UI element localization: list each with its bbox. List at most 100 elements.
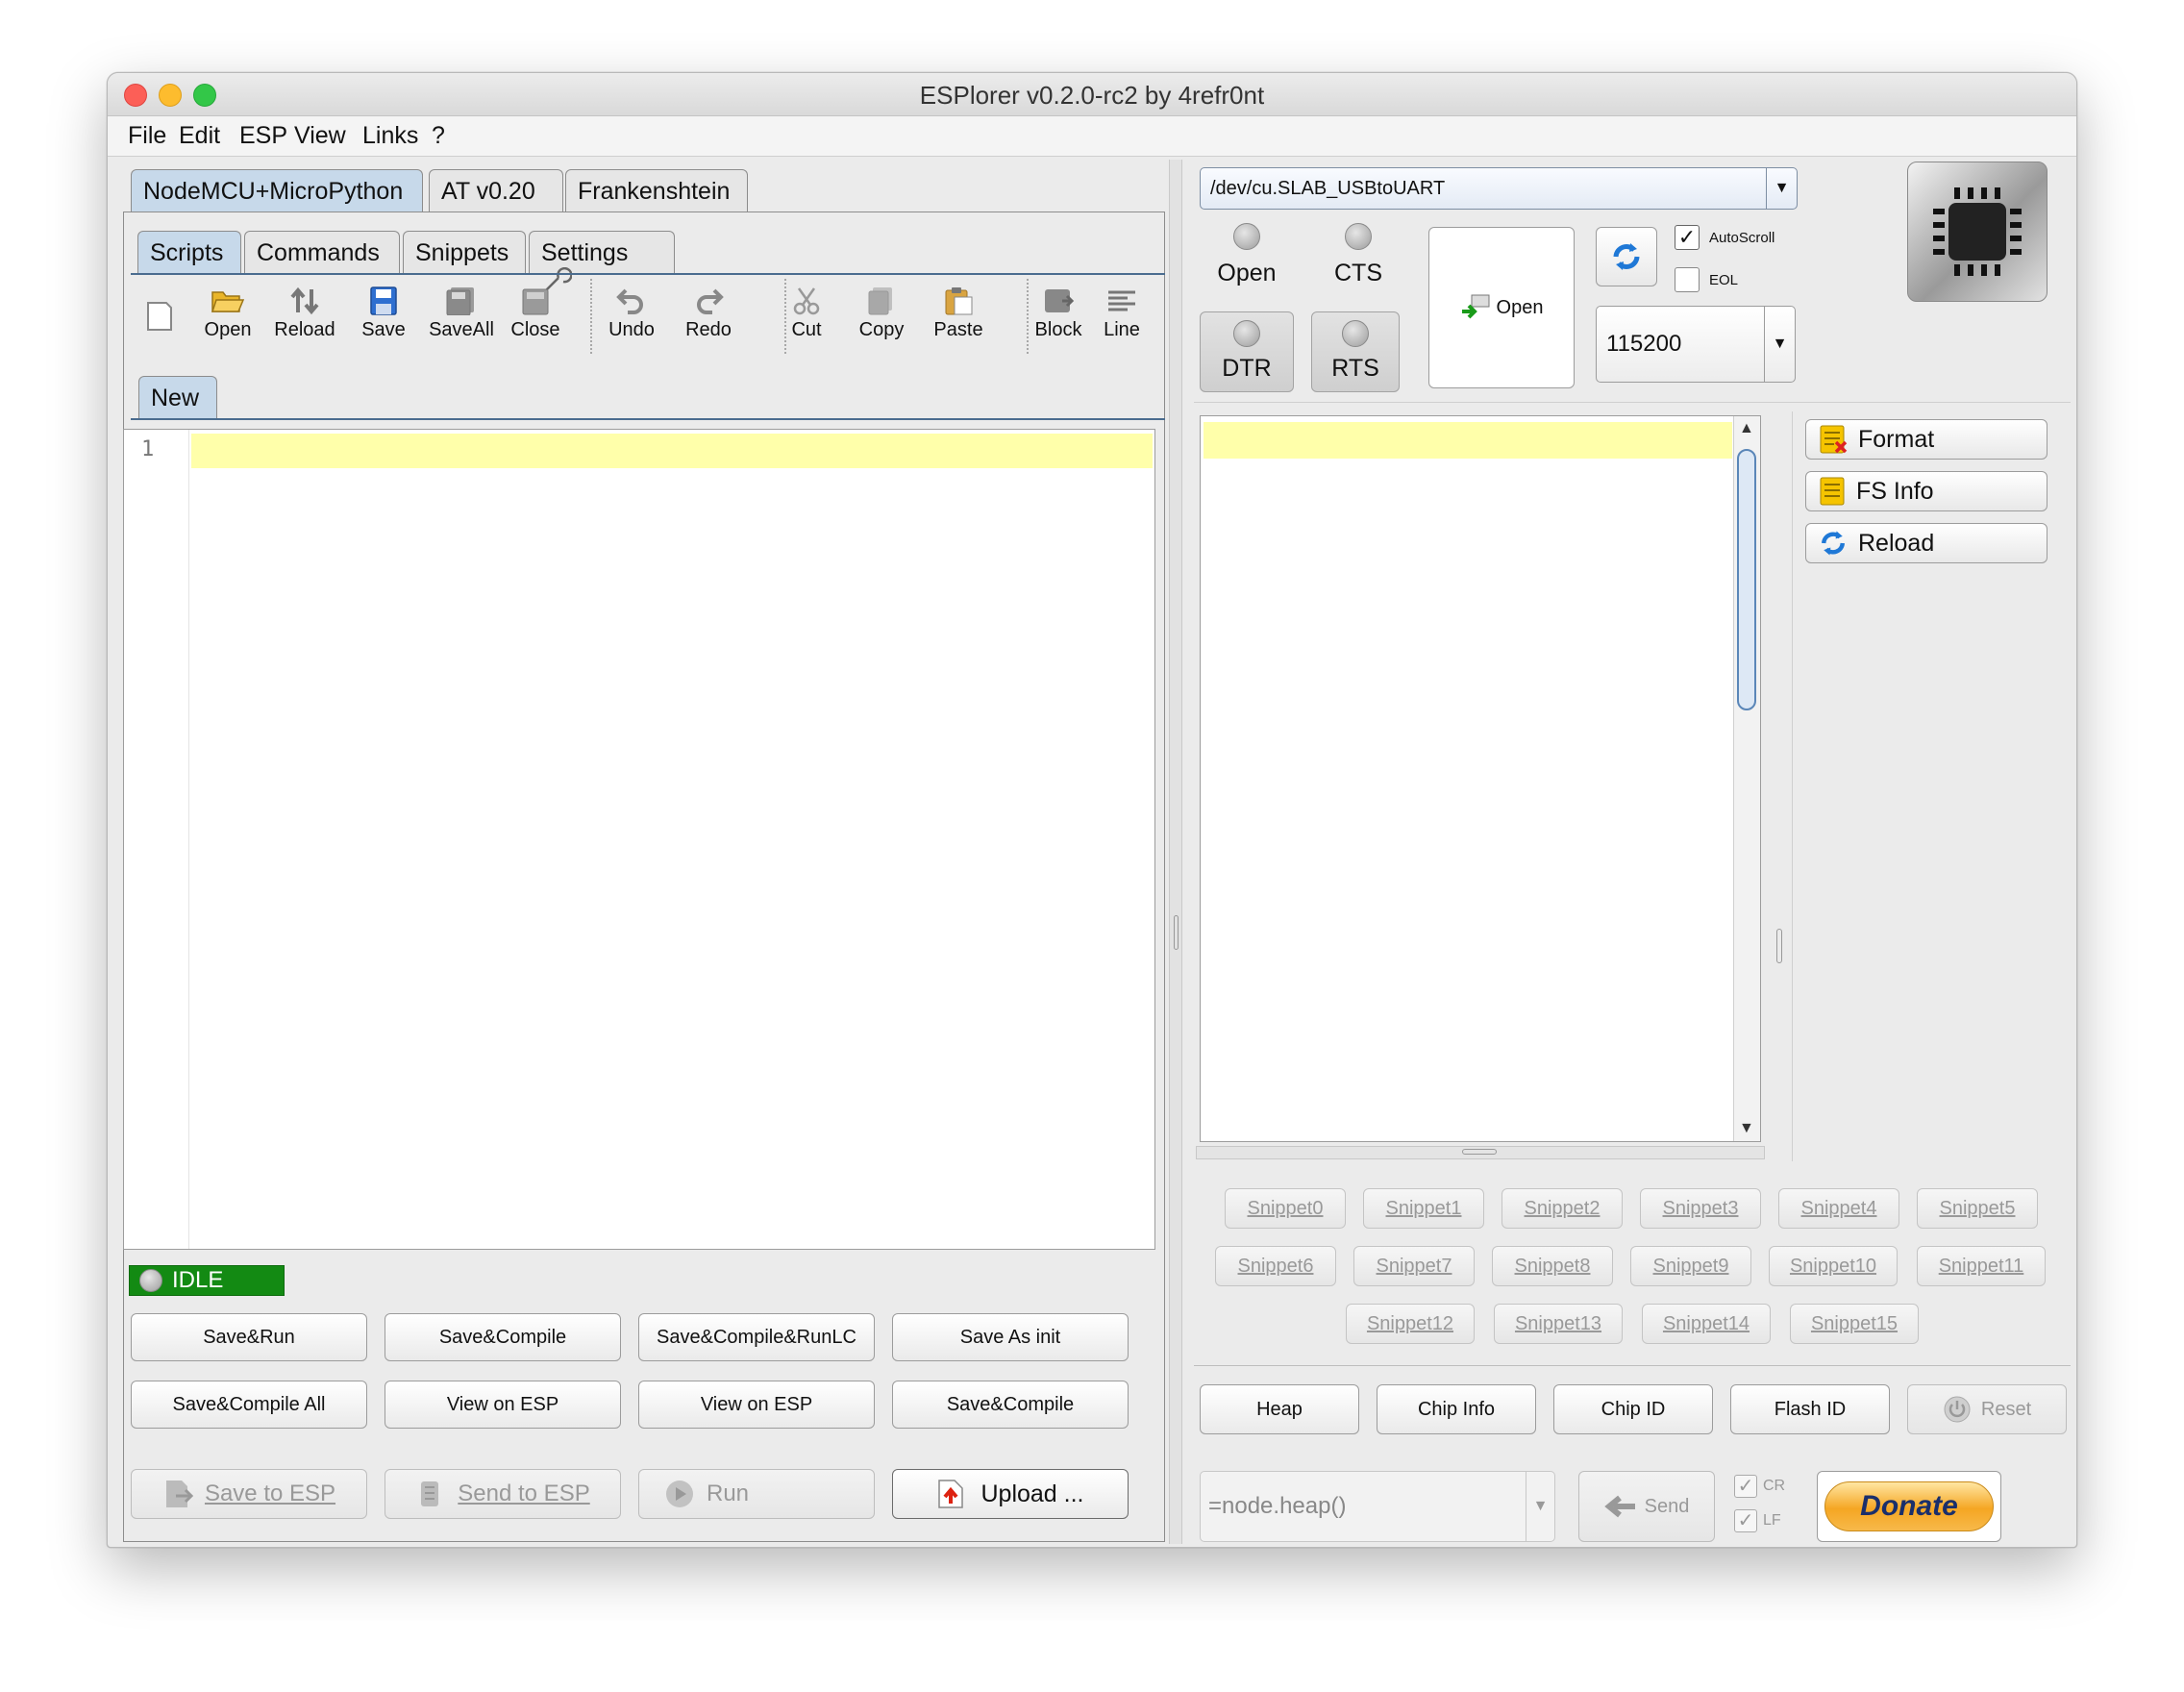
save-all-button[interactable]: SaveAll (419, 286, 504, 341)
snippet-button[interactable]: Snippet7 (1353, 1246, 1475, 1286)
open-led-icon (1233, 223, 1260, 250)
menu-edit[interactable]: Edit (179, 122, 220, 150)
send-button[interactable]: Send (1578, 1471, 1715, 1542)
lf-option[interactable]: ✓ LF (1734, 1509, 1781, 1532)
chip-info-button[interactable]: Chip Info (1377, 1384, 1536, 1434)
snippet-button[interactable]: Snippet13 (1494, 1304, 1623, 1344)
dtr-toggle[interactable]: DTR (1200, 311, 1294, 392)
horizontal-splitter[interactable] (1196, 1146, 1765, 1159)
undo-button[interactable]: Undo (592, 286, 671, 341)
flash-id-button[interactable]: Flash ID (1730, 1384, 1890, 1434)
autoscroll-option[interactable]: ✓ AutoScroll (1675, 223, 1774, 252)
snippet-button[interactable]: Snippet2 (1502, 1188, 1623, 1229)
scroll-down-icon[interactable]: ▼ (1739, 1120, 1754, 1137)
save-run-button[interactable]: Save&Run (131, 1313, 367, 1361)
snippet-button[interactable]: Snippet4 (1778, 1188, 1899, 1229)
command-input[interactable]: =node.heap() ▼ (1200, 1471, 1555, 1542)
snippet-button[interactable]: Snippet5 (1917, 1188, 2038, 1229)
snippet-button[interactable]: Snippet6 (1215, 1246, 1336, 1286)
dtr-led-icon (1233, 320, 1260, 347)
save-compile-button-2[interactable]: Save&Compile (892, 1381, 1129, 1429)
baud-rate-select[interactable]: 115200 ▼ (1596, 306, 1796, 383)
cut-button[interactable]: Cut (767, 286, 846, 341)
refresh-ports-button[interactable] (1596, 227, 1657, 286)
reload-button[interactable]: Reload (265, 286, 344, 341)
heap-button[interactable]: Heap (1200, 1384, 1359, 1434)
block-comment-button[interactable]: Block (1019, 286, 1098, 341)
view-on-esp-button[interactable]: View on ESP (385, 1381, 621, 1429)
snippet-button[interactable]: Snippet0 (1225, 1188, 1346, 1229)
save-compile-run-lc-button[interactable]: Save&Compile&RunLC (638, 1313, 875, 1361)
menu-esp[interactable]: ESP (239, 122, 287, 150)
autoscroll-checkbox[interactable]: ✓ (1675, 225, 1700, 250)
scrollbar-thumb[interactable] (1737, 449, 1756, 710)
tab-at[interactable]: AT v0.20 (429, 169, 563, 212)
redo-button[interactable]: Redo (669, 286, 748, 341)
chevron-down-icon[interactable]: ▼ (1766, 168, 1797, 209)
snippet-button[interactable]: Snippet15 (1790, 1304, 1919, 1344)
upload-button[interactable]: Upload ... (892, 1469, 1129, 1519)
scroll-up-icon[interactable]: ▲ (1739, 420, 1754, 437)
tab-frankenshtein[interactable]: Frankenshtein (565, 169, 748, 212)
terminal-scrollbar[interactable]: ▲ ▼ (1733, 416, 1760, 1141)
chevron-down-icon[interactable]: ▼ (1526, 1472, 1554, 1541)
chip-id-button[interactable]: Chip ID (1553, 1384, 1713, 1434)
chevron-down-icon[interactable]: ▼ (1764, 307, 1795, 382)
snippet-button[interactable]: Snippet12 (1346, 1304, 1475, 1344)
reload-files-button[interactable]: Reload (1805, 523, 2048, 563)
snippet-button[interactable]: Snippet9 (1630, 1246, 1751, 1286)
menu-file[interactable]: File (128, 122, 166, 150)
reset-button[interactable]: Reset (1907, 1384, 2067, 1434)
rts-toggle[interactable]: RTS (1311, 311, 1400, 392)
open-button[interactable]: Open (188, 286, 267, 341)
code-editor[interactable]: 1 (123, 429, 1155, 1250)
line-comment-button[interactable]: Line (1092, 286, 1152, 341)
window-title: ESPlorer v0.2.0-rc2 by 4refr0nt (919, 81, 1265, 110)
snippet-button[interactable]: Snippet1 (1363, 1188, 1484, 1229)
splitter-grip (1462, 1149, 1497, 1155)
snippet-button[interactable]: Snippet8 (1492, 1246, 1613, 1286)
tab-scripts[interactable]: Scripts (137, 231, 241, 273)
line-number: 1 (141, 437, 155, 461)
tab-snippets[interactable]: Snippets (403, 231, 526, 273)
terminal-output[interactable]: ▲ ▼ (1200, 415, 1761, 1142)
save-as-init-button[interactable]: Save As init (892, 1313, 1129, 1361)
send-to-esp-button[interactable]: Send to ESP (385, 1469, 621, 1519)
menu-view[interactable]: View (294, 122, 346, 150)
snippet-button[interactable]: Snippet3 (1640, 1188, 1761, 1229)
eol-option[interactable]: EOL (1675, 265, 1738, 294)
snippet-button[interactable]: Snippet11 (1917, 1246, 2046, 1286)
fs-info-button[interactable]: FS Info (1805, 471, 2048, 511)
save-to-esp-button[interactable]: Save to ESP (131, 1469, 367, 1519)
cr-checkbox[interactable]: ✓ (1734, 1475, 1757, 1498)
paste-label: Paste (933, 319, 983, 340)
tab-nodemcu-micropython[interactable]: NodeMCU+MicroPython (131, 169, 423, 212)
save-compile-button[interactable]: Save&Compile (385, 1313, 621, 1361)
port-select[interactable]: /dev/cu.SLAB_USBtoUART ▼ (1200, 167, 1798, 210)
open-port-button[interactable]: Open (1428, 227, 1575, 388)
donate-button[interactable]: Donate (1817, 1471, 2001, 1542)
copy-button[interactable]: Copy (842, 286, 921, 341)
tab-commands[interactable]: Commands (244, 231, 400, 273)
menu-links[interactable]: Links (362, 122, 418, 150)
format-button[interactable]: Format (1805, 419, 2048, 460)
snippet-button[interactable]: Snippet10 (1769, 1246, 1898, 1286)
vertical-splitter[interactable] (1169, 160, 1182, 1544)
close-file-button[interactable]: Close (496, 286, 575, 341)
view-on-esp-button-2[interactable]: View on ESP (638, 1381, 875, 1429)
save-button[interactable]: Save (344, 286, 423, 341)
new-file-button[interactable] (140, 300, 179, 336)
lf-checkbox[interactable]: ✓ (1734, 1509, 1757, 1532)
cr-option[interactable]: ✓ CR (1734, 1475, 1785, 1498)
side-splitter[interactable] (1774, 448, 1784, 1140)
eol-checkbox[interactable] (1675, 267, 1700, 292)
new-file-icon (147, 302, 172, 331)
menu-help[interactable]: ? (432, 122, 445, 150)
status-text: IDLE (172, 1267, 224, 1293)
editor-tab-new[interactable]: New (138, 376, 217, 418)
run-button[interactable]: Run (638, 1469, 875, 1519)
save-compile-all-button[interactable]: Save&Compile All (131, 1381, 367, 1429)
paste-button[interactable]: Paste (919, 286, 998, 341)
snippet-button[interactable]: Snippet14 (1642, 1304, 1771, 1344)
tab-settings[interactable]: Settings (529, 231, 675, 292)
